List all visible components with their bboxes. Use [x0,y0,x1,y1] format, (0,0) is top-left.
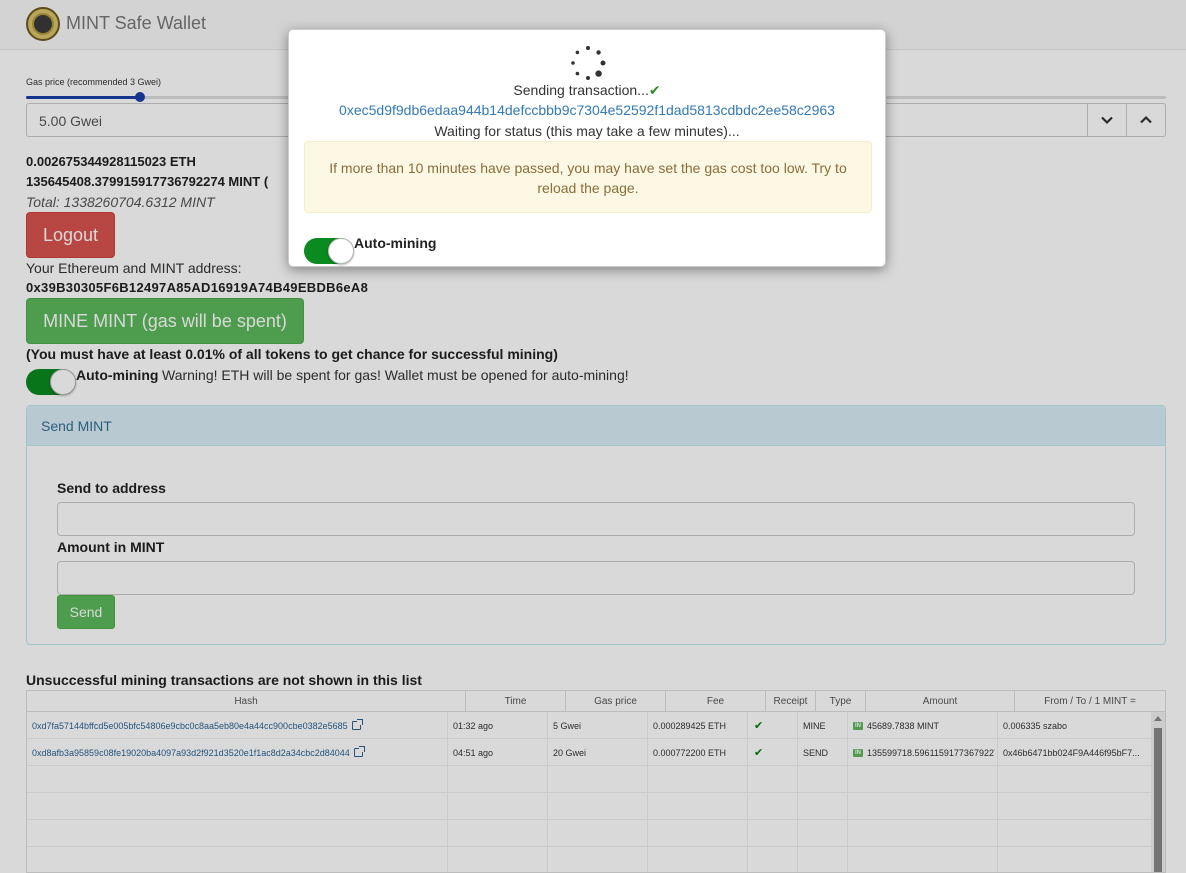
transaction-status-modal: Sending transaction...✔ 0xec5d9f9db6edaa… [288,29,886,267]
tx-hash-link[interactable]: 0xec5d9f9db6edaa944b14defccbbb9c7304e525… [289,102,885,118]
waiting-status: Waiting for status (this may take a few … [434,123,740,139]
gas-warning-alert: If more than 10 minutes have passed, you… [304,141,872,213]
sending-status: Sending transaction...✔ [289,82,885,99]
check-icon: ✔ [648,82,661,98]
modal-automining-toggle[interactable] [304,238,354,264]
modal-automining-label: Auto-mining [354,235,437,251]
loading-spinner-icon [571,46,606,80]
sending-text: Sending transaction... [513,82,649,98]
